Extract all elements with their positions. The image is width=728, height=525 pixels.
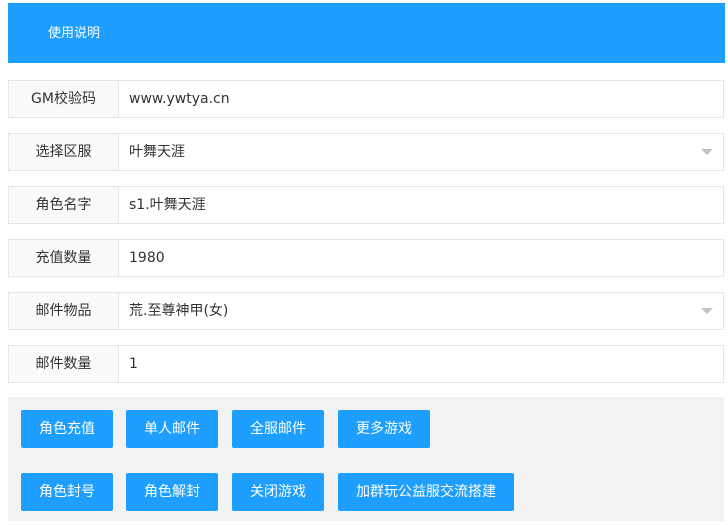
- gm-tool-page: 使用说明 GM校验码 www.ywtya.cn 选择区服 叶舞天涯 角色名字 s…: [0, 0, 728, 525]
- recharge-amount-input[interactable]: 1980: [119, 240, 723, 276]
- usage-instructions-link[interactable]: 使用说明: [48, 4, 100, 63]
- server-label: 选择区服: [9, 134, 119, 170]
- mail-item-select[interactable]: 荒.至尊神甲(女): [119, 293, 723, 329]
- mail-count-row: 邮件数量 1: [8, 345, 724, 383]
- role-name-label: 角色名字: [9, 187, 119, 223]
- chevron-down-icon: [701, 308, 713, 314]
- single-mail-button[interactable]: 单人邮件: [126, 410, 218, 448]
- gm-code-input[interactable]: www.ywtya.cn: [119, 81, 723, 117]
- close-game-button[interactable]: 关闭游戏: [232, 473, 324, 511]
- unban-role-button[interactable]: 角色解封: [126, 473, 218, 511]
- more-games-button[interactable]: 更多游戏: [338, 410, 430, 448]
- server-select-value: 叶舞天涯: [129, 144, 185, 160]
- gm-code-label: GM校验码: [9, 81, 119, 117]
- ban-role-button[interactable]: 角色封号: [21, 473, 113, 511]
- recharge-amount-row: 充值数量 1980: [8, 239, 724, 277]
- role-recharge-button[interactable]: 角色充值: [21, 410, 113, 448]
- chevron-down-icon: [701, 149, 713, 155]
- mail-count-input[interactable]: 1: [119, 346, 723, 382]
- server-row: 选择区服 叶舞天涯: [8, 133, 724, 171]
- action-button-panel: 角色充值 单人邮件 全服邮件 更多游戏 角色封号 角色解封 关闭游戏 加群玩公益…: [8, 397, 724, 521]
- recharge-amount-label: 充值数量: [9, 240, 119, 276]
- join-group-button[interactable]: 加群玩公益服交流搭建: [338, 473, 514, 511]
- role-name-input[interactable]: s1.叶舞天涯: [119, 187, 723, 223]
- mail-item-select-value: 荒.至尊神甲(女): [129, 303, 229, 319]
- gm-code-row: GM校验码 www.ywtya.cn: [8, 80, 724, 118]
- mail-item-label: 邮件物品: [9, 293, 119, 329]
- all-server-mail-button[interactable]: 全服邮件: [232, 410, 324, 448]
- server-select[interactable]: 叶舞天涯: [119, 134, 723, 170]
- mail-count-label: 邮件数量: [9, 346, 119, 382]
- mail-item-row: 邮件物品 荒.至尊神甲(女): [8, 292, 724, 330]
- role-name-row: 角色名字 s1.叶舞天涯: [8, 186, 724, 224]
- header-bar: 使用说明: [8, 3, 725, 63]
